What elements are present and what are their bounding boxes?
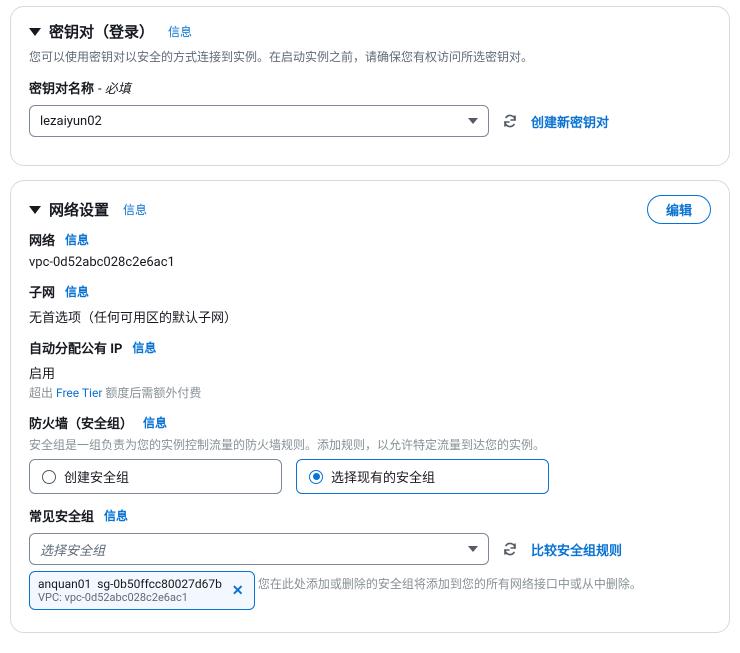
vpc-label: 网络 xyxy=(29,230,55,249)
network-info-link[interactable]: 信息 xyxy=(123,201,147,218)
firewall-info-link[interactable]: 信息 xyxy=(143,414,167,431)
vpc-field: 网络 信息 vpc-0d52abc028c2e6ac1 xyxy=(29,230,711,270)
publicip-label: 自动分配公有 IP xyxy=(29,338,122,357)
keypair-desc: 您可以使用密钥对以安全的方式连接到实例。在启动实例之前，请确保您有权访问所选密钥… xyxy=(29,48,711,66)
common-sg-field: 常见安全组 信息 选择安全组 比较安全组规则 xyxy=(29,506,711,610)
radio-icon xyxy=(42,470,56,484)
sg-footer-note: 您在此处添加或删除的安全组将添加到您的所有网络接口中或从中删除。 xyxy=(258,573,642,592)
firewall-label: 防火墙（安全组） xyxy=(29,413,133,432)
publicip-note-post: 额度后需额外付费 xyxy=(102,386,201,400)
common-sg-info-link[interactable]: 信息 xyxy=(104,507,128,524)
keypair-required: - 必填 xyxy=(98,78,131,97)
keypair-panel-header[interactable]: 密钥对（登录） 信息 xyxy=(29,21,711,42)
keypair-selected-value: lezaiyun02 xyxy=(40,114,102,129)
subnet-field: 子网 信息 无首选项（任何可用区的默认子网） xyxy=(29,282,711,326)
vpc-value: vpc-0d52abc028c2e6ac1 xyxy=(29,253,711,270)
keypair-refresh-button[interactable] xyxy=(501,112,519,130)
keypair-name-field: 密钥对名称 - 必填 lezaiyun02 创建新密钥对 xyxy=(29,78,711,137)
sg-tag-vpc-label: VPC: xyxy=(38,591,65,604)
keypair-panel: 密钥对（登录） 信息 您可以使用密钥对以安全的方式连接到实例。在启动实例之前，请… xyxy=(10,6,730,166)
caret-down-icon[interactable] xyxy=(29,206,41,214)
sg-select-radio[interactable]: 选择现有的安全组 xyxy=(296,459,549,494)
sg-refresh-button[interactable] xyxy=(501,540,519,558)
common-sg-label: 常见安全组 xyxy=(29,506,94,525)
subnet-label: 子网 xyxy=(29,282,55,301)
sg-select-label: 选择现有的安全组 xyxy=(331,467,435,486)
sg-tag-chip: anquan01 sg-0b50ffcc80027d67b VPC: vpc-0… xyxy=(29,571,255,610)
network-panel-header: 网络设置 信息 编辑 xyxy=(29,195,711,224)
sg-tag-name: anquan01 xyxy=(38,577,91,591)
subnet-value: 无首选项（任何可用区的默认子网） xyxy=(29,305,711,326)
common-sg-placeholder: 选择安全组 xyxy=(40,540,105,559)
sg-create-label: 创建安全组 xyxy=(64,467,129,486)
free-tier-link[interactable]: Free Tier xyxy=(56,386,102,400)
keypair-title: 密钥对（登录） xyxy=(49,21,154,42)
sg-create-radio[interactable]: 创建安全组 xyxy=(29,459,282,494)
publicip-value: 启用 xyxy=(29,361,711,382)
sg-tag-id: sg-0b50ffcc80027d67b xyxy=(97,577,222,591)
radio-icon xyxy=(309,470,323,484)
firewall-field: 防火墙（安全组） 信息 安全组是一组负责为您的实例控制流量的防火墙规则。添加规则… xyxy=(29,413,711,494)
publicip-info-link[interactable]: 信息 xyxy=(132,339,156,356)
keypair-select[interactable]: lezaiyun02 xyxy=(29,105,489,137)
sg-tag-remove[interactable]: ✕ xyxy=(230,583,246,599)
network-edit-button[interactable]: 编辑 xyxy=(647,195,711,224)
network-title: 网络设置 xyxy=(49,199,109,220)
sg-tag-vpc: vpc-0d52abc028c2e6ac1 xyxy=(65,591,188,604)
publicip-note: 超出 Free Tier 额度后需额外付费 xyxy=(29,382,201,401)
publicip-field: 自动分配公有 IP 信息 启用 超出 Free Tier 额度后需额外付费 xyxy=(29,338,711,401)
chevron-down-icon xyxy=(468,546,478,552)
firewall-desc: 安全组是一组负责为您的实例控制流量的防火墙规则。添加规则，以允许特定流量到达您的… xyxy=(29,436,711,453)
keypair-info-link[interactable]: 信息 xyxy=(168,23,192,40)
compare-sg-link[interactable]: 比较安全组规则 xyxy=(531,540,622,559)
keypair-name-label-text: 密钥对名称 xyxy=(29,78,94,97)
create-keypair-link[interactable]: 创建新密钥对 xyxy=(531,112,609,131)
keypair-name-label: 密钥对名称 - 必填 xyxy=(29,78,131,97)
network-panel: 网络设置 信息 编辑 网络 信息 vpc-0d52abc028c2e6ac1 子… xyxy=(10,180,730,633)
sg-tag-line1: anquan01 sg-0b50ffcc80027d67b xyxy=(38,577,222,591)
chevron-down-icon xyxy=(468,118,478,124)
vpc-info-link[interactable]: 信息 xyxy=(65,231,89,248)
subnet-info-link[interactable]: 信息 xyxy=(65,283,89,300)
caret-down-icon xyxy=(29,28,41,36)
publicip-note-pre: 超出 xyxy=(29,386,56,400)
refresh-icon xyxy=(502,541,518,557)
sg-tag-line2: VPC: vpc-0d52abc028c2e6ac1 xyxy=(38,591,222,604)
common-sg-select[interactable]: 选择安全组 xyxy=(29,533,489,565)
refresh-icon xyxy=(502,113,518,129)
